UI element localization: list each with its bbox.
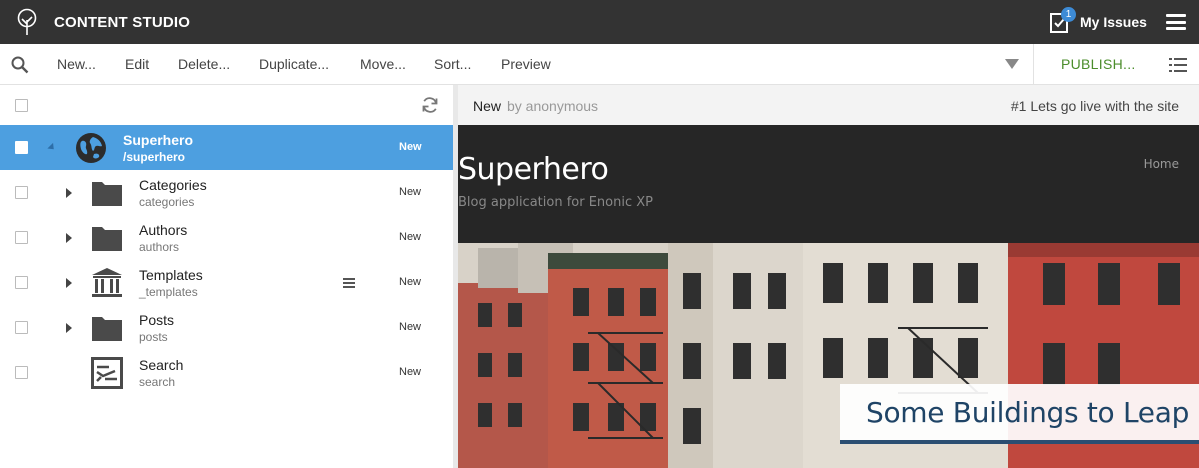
select-all-checkbox[interactable] xyxy=(15,99,28,112)
row-path: _templates xyxy=(139,285,198,299)
tree-row-search[interactable]: Search search New xyxy=(0,350,453,395)
row-name: Authors xyxy=(139,222,188,238)
issues-count-badge: 1 xyxy=(1061,7,1076,22)
preview-status: New xyxy=(473,98,502,114)
row-path: search xyxy=(139,375,176,389)
expand-toggle-icon[interactable] xyxy=(66,188,72,198)
row-checkbox[interactable] xyxy=(15,141,28,154)
my-issues-label: My Issues xyxy=(1080,14,1147,30)
hero-image: Some Buildings to Leap xyxy=(458,243,1199,468)
sort-button[interactable]: Sort... xyxy=(434,56,471,72)
preview-button[interactable]: Preview xyxy=(501,56,551,72)
refresh-icon[interactable] xyxy=(421,96,439,114)
row-name: Templates xyxy=(139,267,203,283)
tree-row-templates[interactable]: Templates _templates New xyxy=(0,260,453,305)
issue-link[interactable]: #1 Lets go live with the site xyxy=(1011,98,1179,114)
globe-icon xyxy=(76,133,106,163)
list-view-icon[interactable] xyxy=(1169,57,1187,73)
tree-row-categories[interactable]: Categories categories New xyxy=(0,170,453,215)
folder-icon xyxy=(92,227,122,251)
row-path: /superhero xyxy=(123,150,186,164)
folder-icon xyxy=(92,182,122,206)
templates-icon xyxy=(92,268,122,297)
hamburger-icon[interactable] xyxy=(1166,14,1186,30)
site-header: Superhero Blog application for Enonic XP… xyxy=(458,125,1199,243)
my-issues-button[interactable]: 1 My Issues xyxy=(1049,7,1147,34)
new-button[interactable]: New... xyxy=(57,56,96,72)
row-name: Posts xyxy=(139,312,175,328)
collapse-toggle-icon[interactable] xyxy=(47,142,57,153)
status-badge: New xyxy=(399,321,422,333)
site-subtitle: Blog application for Enonic XP xyxy=(458,195,653,210)
app-title: CONTENT STUDIO xyxy=(54,14,191,31)
expand-toggle-icon[interactable] xyxy=(66,278,72,288)
row-name: Superhero xyxy=(123,132,194,148)
status-badge: New xyxy=(399,276,422,288)
search-page-icon xyxy=(91,357,123,389)
expand-toggle-icon[interactable] xyxy=(66,323,72,333)
tree-row-authors[interactable]: Authors authors New xyxy=(0,215,453,260)
search-icon[interactable] xyxy=(11,56,29,74)
action-toolbar: New... Edit Delete... Duplicate... Move.… xyxy=(0,44,1199,85)
row-path: authors xyxy=(139,240,180,254)
checklist-icon: 1 xyxy=(1049,7,1076,34)
edit-button[interactable]: Edit xyxy=(125,56,149,72)
move-button[interactable]: Move... xyxy=(360,56,406,72)
nav-home-link[interactable]: Home xyxy=(1144,157,1179,171)
publish-button[interactable]: PUBLISH... xyxy=(1061,56,1136,72)
tree-row-posts[interactable]: Posts posts New xyxy=(0,305,453,350)
row-menu-icon[interactable] xyxy=(343,278,355,288)
folder-icon xyxy=(92,317,122,341)
hero-caption-box: Some Buildings to Leap xyxy=(840,384,1199,444)
tree-row-superhero[interactable]: Superhero /superhero New xyxy=(0,125,453,170)
status-badge: New xyxy=(399,366,422,378)
row-checkbox[interactable] xyxy=(15,231,28,244)
row-checkbox[interactable] xyxy=(15,186,28,199)
row-path: posts xyxy=(139,330,168,344)
row-checkbox[interactable] xyxy=(15,366,28,379)
row-name: Categories xyxy=(139,177,207,193)
expand-toggle-icon[interactable] xyxy=(66,233,72,243)
site-title[interactable]: Superhero xyxy=(458,152,609,187)
status-badge: New xyxy=(399,231,422,243)
app-header: CONTENT STUDIO 1 My Issues xyxy=(0,0,1199,44)
delete-button[interactable]: Delete... xyxy=(178,56,230,72)
content-tree-panel: Superhero /superhero New Categories cate… xyxy=(0,85,453,468)
status-badge: New xyxy=(399,186,422,198)
preview-header: New by anonymous #1 Lets go live with th… xyxy=(458,85,1199,125)
tree-logo-icon[interactable] xyxy=(14,8,40,36)
row-checkbox[interactable] xyxy=(15,321,28,334)
status-badge: New xyxy=(399,141,422,153)
toolbar-divider xyxy=(1033,44,1034,85)
tree-header xyxy=(0,85,453,125)
row-path: categories xyxy=(139,195,195,209)
duplicate-button[interactable]: Duplicate... xyxy=(259,56,329,72)
hero-caption[interactable]: Some Buildings to Leap xyxy=(866,396,1189,429)
preview-panel: New by anonymous #1 Lets go live with th… xyxy=(458,85,1199,468)
caret-down-icon[interactable] xyxy=(1005,59,1019,69)
row-name: Search xyxy=(139,357,184,373)
preview-author: by anonymous xyxy=(507,98,599,114)
row-checkbox[interactable] xyxy=(15,276,28,289)
